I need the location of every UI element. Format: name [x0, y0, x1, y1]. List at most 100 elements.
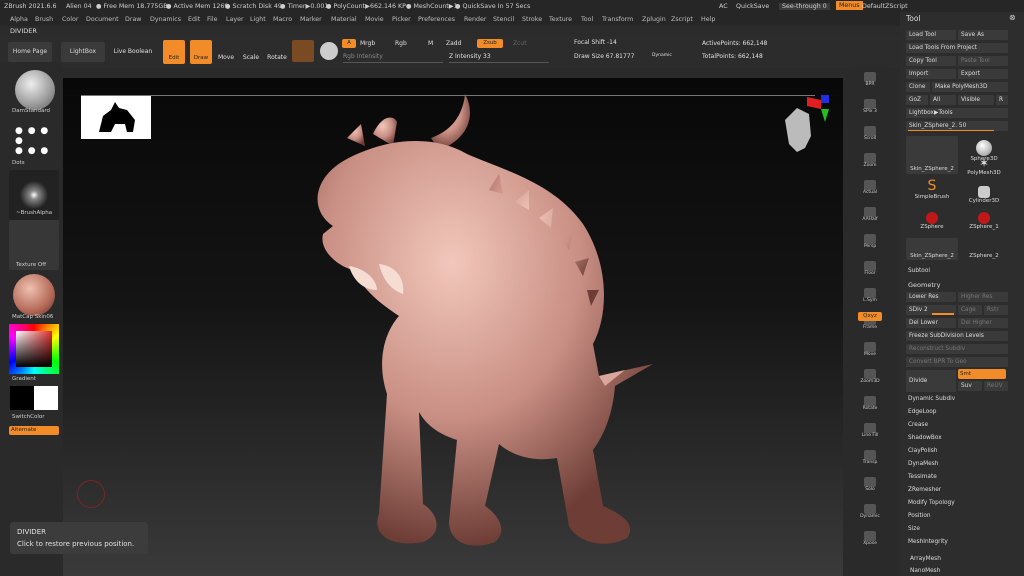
copy-tool-button[interactable]: Copy Tool: [906, 56, 956, 66]
shelf-spix-3[interactable]: SPix 3: [858, 99, 882, 117]
zremesher-item[interactable]: ZRemesher: [908, 487, 941, 493]
divide-button[interactable]: Divide: [906, 370, 956, 392]
position-item[interactable]: Position: [908, 513, 931, 519]
menus-button[interactable]: Menus: [836, 1, 863, 10]
shelf-dynamic[interactable]: Dynamic: [858, 504, 882, 522]
save-as-button[interactable]: Save As: [958, 30, 1008, 40]
size-item[interactable]: Size: [908, 526, 920, 532]
canvas-viewport[interactable]: [63, 78, 843, 576]
dynamic-subdiv-item[interactable]: Dynamic Subdiv: [908, 396, 955, 402]
close-icon[interactable]: ⊗: [1009, 13, 1016, 22]
del-lower-button[interactable]: Del Lower: [906, 318, 956, 328]
menu-item-color[interactable]: Color: [62, 16, 78, 23]
shelf-persp[interactable]: Persp: [858, 234, 882, 252]
color-picker[interactable]: [9, 324, 59, 374]
menu-item-dynamics[interactable]: Dynamics: [150, 16, 181, 23]
crease-item[interactable]: Crease: [908, 422, 928, 428]
menu-item-brush[interactable]: Brush: [35, 16, 53, 23]
paste-tool-button[interactable]: Paste Tool: [958, 56, 1008, 66]
orientation-gizmo[interactable]: [777, 92, 837, 166]
scale-button[interactable]: Scale: [241, 54, 261, 61]
meshintegrity-item[interactable]: MeshIntegrity: [908, 539, 948, 545]
rstr-button[interactable]: Rstr: [984, 305, 1008, 315]
color-square[interactable]: [16, 331, 52, 367]
shelf-xpose[interactable]: Xpose: [858, 531, 882, 549]
shelf-rotate[interactable]: Rotate: [858, 396, 882, 414]
goz-button[interactable]: GoZ: [906, 95, 928, 105]
make-polymesh-button[interactable]: Make PolyMesh3D: [932, 82, 1008, 92]
stroke-sphere-icon[interactable]: [320, 42, 338, 60]
shelf-aahalf[interactable]: AAHalf: [858, 207, 882, 225]
rgb-intensity-slider[interactable]: Rgb Intensity: [343, 53, 383, 60]
tool-thumb-zsphere[interactable]: ZSphere: [906, 212, 958, 236]
menu-item-edit[interactable]: Edit: [188, 16, 200, 23]
del-higher-button[interactable]: Del Higher: [958, 318, 1008, 328]
switch-color-button[interactable]: SwitchColor: [12, 414, 45, 420]
edit-button[interactable]: Edit: [163, 40, 185, 64]
arraymesh-header[interactable]: ArrayMesh: [910, 556, 941, 562]
load-tools-from-project-button[interactable]: Load Tools From Project: [906, 43, 1008, 53]
shelf-floor[interactable]: Floor: [858, 261, 882, 279]
menu-item-light[interactable]: Light: [250, 16, 266, 23]
menu-item-movie[interactable]: Movie: [365, 16, 384, 23]
a-button[interactable]: A: [342, 39, 356, 48]
lower-res-button[interactable]: Lower Res: [906, 292, 956, 302]
menu-item-marker[interactable]: Marker: [300, 16, 322, 23]
secondary-color-swatch[interactable]: [10, 386, 34, 410]
tool-thumb-polymesh3d[interactable]: ✶ PolyMesh3D: [958, 156, 1010, 186]
dynamesh-item[interactable]: DynaMesh: [908, 461, 938, 467]
export-button[interactable]: Export: [958, 69, 1008, 79]
tool-thumb-simplebrush[interactable]: S SimpleBrush: [906, 178, 958, 216]
geometry-header[interactable]: Geometry: [908, 281, 940, 289]
dynamic-toggle[interactable]: Dynamic: [652, 53, 672, 58]
main-color-swatch[interactable]: [34, 386, 58, 410]
cage-button[interactable]: Cage: [958, 305, 982, 315]
menu-item-transform[interactable]: Transform: [602, 16, 633, 23]
suv-toggle[interactable]: Suv: [958, 381, 982, 391]
visible-button[interactable]: Visible: [958, 95, 994, 105]
z-intensity-slider[interactable]: Z Intensity 33: [449, 53, 491, 60]
lightbox-button[interactable]: LightBox: [61, 42, 105, 62]
shelf-transp[interactable]: Transp: [858, 450, 882, 468]
smt-toggle[interactable]: Smt: [958, 369, 1006, 379]
move-button[interactable]: Move: [216, 54, 236, 61]
freeze-subdivision-button[interactable]: Freeze SubDivision Levels: [906, 331, 1008, 341]
qxyz-button[interactable]: Qxyz: [858, 312, 882, 321]
tool-thumb-skin-zsphere-2[interactable]: Skin_ZSphere_2: [906, 136, 958, 174]
alternate-button[interactable]: Alternate: [9, 426, 59, 435]
reuv-button[interactable]: ReUV: [984, 381, 1008, 391]
shadowbox-item[interactable]: ShadowBox: [908, 435, 942, 441]
menu-item-help[interactable]: Help: [701, 16, 715, 23]
menu-item-picker[interactable]: Picker: [392, 16, 411, 23]
shelf-zoom[interactable]: Zoom: [858, 153, 882, 171]
shelf-actual[interactable]: Actual: [858, 180, 882, 198]
top-divider[interactable]: DIVIDER: [0, 26, 900, 36]
zcut-button[interactable]: Zcut: [513, 40, 527, 47]
tessimate-item[interactable]: Tessimate: [908, 474, 937, 480]
rotate-button[interactable]: Rotate: [266, 54, 288, 61]
mrgb-button[interactable]: Mrgb: [360, 40, 375, 47]
r-button[interactable]: R: [996, 95, 1008, 105]
menu-item-macro[interactable]: Macro: [273, 16, 292, 23]
lightbox-tools-button[interactable]: Lightbox▶Tools: [906, 108, 1008, 118]
live-boolean-button[interactable]: Live Boolean: [110, 48, 156, 55]
import-button[interactable]: Import: [906, 69, 956, 79]
menu-item-texture[interactable]: Texture: [549, 16, 572, 23]
menu-item-preferences[interactable]: Preferences: [418, 16, 455, 23]
shelf-scroll[interactable]: Scroll: [858, 126, 882, 144]
default-zscript[interactable]: DefaultZScript: [862, 3, 908, 10]
subtool-header[interactable]: Subtool: [908, 268, 930, 274]
load-tool-button[interactable]: Load Tool: [906, 30, 956, 40]
tool-thumb-cylinder3d[interactable]: Cylinder3D: [958, 186, 1010, 212]
draw-button[interactable]: Draw: [190, 40, 212, 64]
shelf-bpr[interactable]: BPR: [858, 72, 882, 90]
shelf-l-sym[interactable]: L.Sym: [858, 288, 882, 306]
tool-thumb-zsphere-2[interactable]: ZSphere_2: [958, 238, 1010, 260]
menu-item-stroke[interactable]: Stroke: [522, 16, 542, 23]
draw-size-slider[interactable]: Draw Size 67.81777: [574, 53, 634, 60]
clone-button[interactable]: Clone: [906, 82, 930, 92]
all-button[interactable]: All: [930, 95, 956, 105]
menu-item-tool[interactable]: Tool: [581, 16, 593, 23]
modify-topology-item[interactable]: Modify Topology: [908, 500, 955, 506]
rgb-button[interactable]: Rgb: [395, 40, 407, 47]
